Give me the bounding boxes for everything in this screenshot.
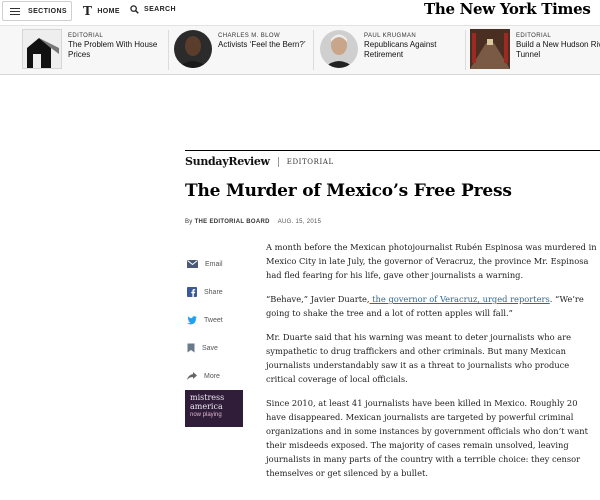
promo-strip: EDITORIAL The Problem With House Prices …	[0, 25, 600, 75]
byline-prefix: By	[185, 219, 193, 225]
email-label: Email	[205, 260, 223, 268]
section-rule	[185, 150, 600, 151]
article-date: AUG. 15, 2015	[277, 219, 322, 225]
more-label: More	[204, 372, 220, 380]
advertisement[interactable]: mistress america now playing	[185, 390, 243, 427]
promo-kicker: PAUL KRUGMAN	[364, 33, 417, 39]
email-icon	[187, 260, 198, 268]
promo-headline: Activists ‘Feel the Bern?’	[218, 40, 306, 49]
byline: By THE EDITORIAL BOARD AUG. 15, 2015	[185, 219, 321, 225]
nyt-masthead-logo[interactable]: The New York Times	[424, 0, 591, 18]
share-tools: Email Share Tweet Save More	[187, 250, 247, 390]
facebook-icon	[187, 287, 197, 297]
facebook-share-button[interactable]: Share	[187, 278, 247, 306]
ad-line-3: now playing	[190, 412, 222, 418]
tunnel-thumbnail	[470, 29, 510, 69]
promo-item[interactable]: EDITORIAL The Problem With House Prices	[22, 29, 168, 73]
byline-author[interactable]: THE EDITORIAL BOARD	[195, 219, 270, 225]
twitter-share-button[interactable]: Tweet	[187, 306, 247, 334]
sections-button[interactable]: SECTIONS	[2, 1, 72, 21]
hamburger-icon	[10, 7, 20, 15]
paragraph: Since 2010, at least 41 journalists have…	[266, 398, 588, 478]
sections-label: SECTIONS	[28, 7, 67, 15]
save-label: Save	[202, 344, 218, 352]
top-navigation-bar: SECTIONS T HOME SEARCH The New York Time…	[0, 0, 600, 24]
ad-line-1: mistress	[190, 393, 225, 402]
search-button[interactable]: SEARCH	[130, 5, 176, 14]
search-icon	[130, 5, 139, 14]
paul-krugman-avatar	[320, 30, 358, 68]
tweet-label: Tweet	[204, 316, 223, 324]
promo-item[interactable]: PAUL KRUGMAN Republicans Against Retirem…	[320, 29, 464, 73]
paragraph: “Behave,” Javier Duarte, the governor of…	[266, 292, 598, 320]
home-link[interactable]: T HOME	[83, 5, 120, 17]
promo-headline: Build a New Hudson River Tunnel	[516, 40, 600, 59]
editorial-tag: EDITORIAL	[286, 157, 334, 166]
promo-kicker: EDITORIAL	[516, 33, 552, 39]
promo-item[interactable]: EDITORIAL Build a New Hudson River Tunne…	[470, 29, 600, 73]
divider	[313, 30, 314, 70]
house-thumbnail	[22, 29, 62, 69]
promo-kicker: EDITORIAL	[68, 33, 104, 39]
paragraph-text: “Behave,” Javier Duarte,	[266, 294, 370, 304]
search-label: SEARCH	[144, 6, 176, 13]
promo-item[interactable]: CHARLES M. BLOW Activists ‘Feel the Bern…	[174, 29, 318, 73]
bookmark-icon	[187, 343, 195, 353]
home-label: HOME	[97, 7, 120, 15]
governor-veracruz-link[interactable]: the governor of Veracruz, urged reporter…	[370, 294, 550, 304]
paragraph: A month before the Mexican photojournali…	[266, 242, 597, 280]
section-label: SundayReview EDITORIAL	[185, 155, 334, 168]
divider	[168, 30, 169, 70]
ad-line-2: america	[190, 402, 223, 411]
more-share-button[interactable]: More	[187, 362, 247, 390]
email-share-button[interactable]: Email	[187, 250, 247, 278]
share-arrow-icon	[187, 372, 197, 380]
article-body: A month before the Mexican photojournali…	[266, 240, 598, 490]
promo-headline: Republicans Against Retirement	[364, 40, 437, 59]
divider	[277, 156, 279, 167]
save-button[interactable]: Save	[187, 334, 247, 362]
paragraph: Mr. Duarte said that his warning was mea…	[266, 332, 572, 384]
divider	[465, 30, 466, 70]
sunday-review-link[interactable]: SundayReview	[185, 155, 270, 168]
promo-headline: The Problem With House Prices	[68, 40, 158, 59]
twitter-icon	[187, 315, 197, 324]
promo-kicker: CHARLES M. BLOW	[218, 33, 281, 39]
share-label: Share	[204, 288, 223, 296]
nyt-t-logo-icon: T	[83, 4, 93, 18]
charles-blow-avatar	[174, 30, 212, 68]
article-headline: The Murder of Mexico’s Free Press	[185, 181, 512, 201]
